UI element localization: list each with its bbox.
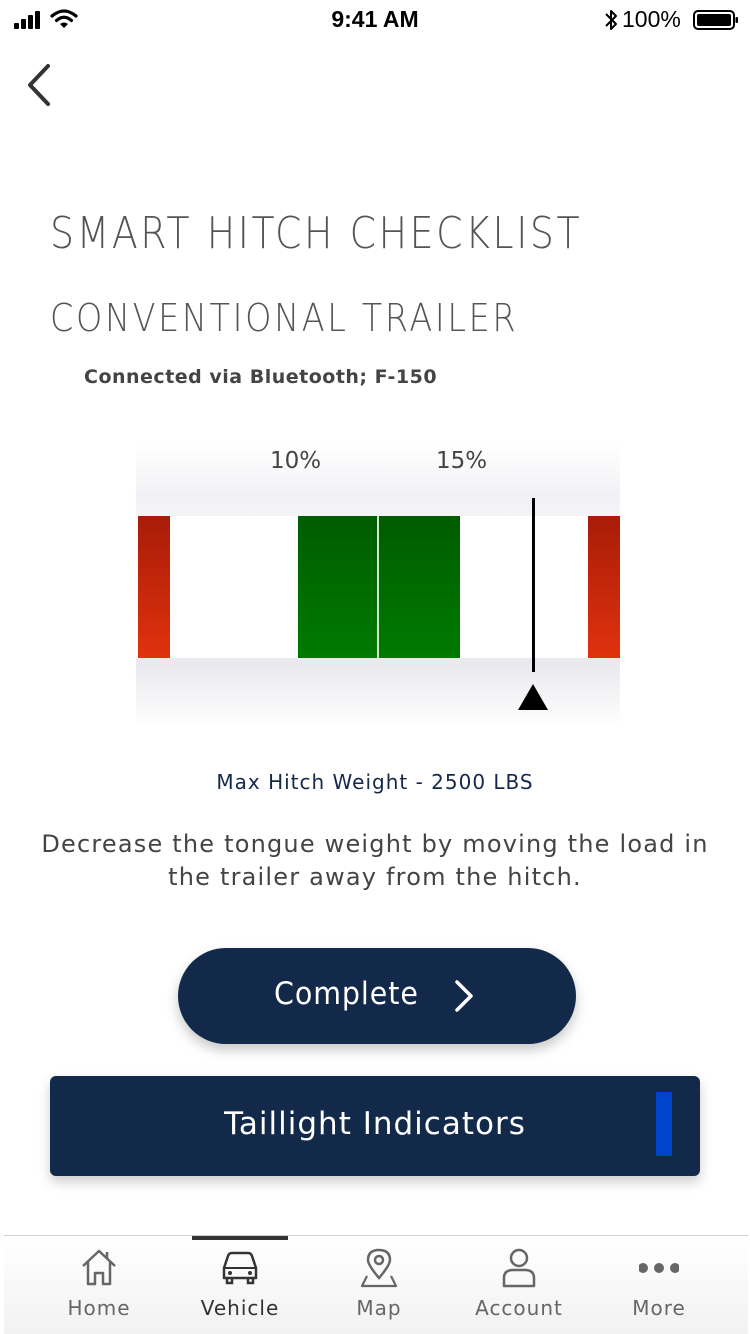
gauge-zone-low-red	[138, 516, 170, 658]
taillight-indicators-label: Taillight Indicators	[224, 1106, 526, 1142]
chevron-right-icon	[455, 980, 473, 1012]
status-bar: 9:41 AM 100%	[0, 0, 750, 40]
tab-vehicle[interactable]: Vehicle	[175, 1236, 305, 1334]
tab-more-label: More	[632, 1296, 686, 1320]
complete-button[interactable]: Complete	[178, 948, 576, 1044]
back-chevron-icon[interactable]	[20, 60, 60, 112]
person-icon	[502, 1248, 536, 1288]
taillight-indicators-button[interactable]: Taillight Indicators	[50, 1076, 700, 1176]
car-icon	[222, 1251, 258, 1285]
gauge-label-10: 10%	[270, 448, 322, 474]
complete-button-label: Complete	[274, 976, 419, 1012]
gauge-label-15: 15%	[436, 448, 488, 474]
gauge-zone-green	[298, 516, 460, 658]
map-pin-icon	[360, 1248, 398, 1288]
gauge-needle-arrow-icon	[518, 684, 548, 710]
home-icon	[82, 1249, 116, 1286]
bluetooth-icon	[605, 10, 617, 30]
tab-map-label: Map	[356, 1296, 402, 1320]
gauge-needle	[532, 498, 535, 672]
gauge-zone-high-red	[588, 516, 620, 658]
gauge-zone-divider	[377, 516, 379, 658]
tab-vehicle-label: Vehicle	[200, 1296, 280, 1320]
taillight-status-indicator	[656, 1092, 672, 1156]
tab-bar: Home Vehicle Map Account More	[4, 1235, 748, 1334]
more-icon	[639, 1263, 679, 1273]
tab-account[interactable]: Account	[454, 1236, 584, 1334]
tab-map[interactable]: Map	[314, 1236, 444, 1334]
battery-percentage: 100%	[622, 6, 681, 32]
tab-account-label: Account	[475, 1296, 563, 1320]
max-hitch-weight: Max Hitch Weight - 2500 LBS	[216, 770, 534, 794]
tab-more[interactable]: More	[594, 1236, 724, 1334]
instruction-text: Decrease the tongue weight by moving the…	[41, 830, 709, 891]
connection-status: Connected via Bluetooth; F-150	[84, 366, 438, 388]
tab-home[interactable]: Home	[34, 1236, 164, 1334]
page-subtitle: CONVENTIONAL TRAILER	[50, 296, 519, 340]
page-title: SMART HITCH CHECKLIST	[50, 208, 583, 259]
battery-icon	[693, 10, 738, 30]
tab-home-label: Home	[67, 1296, 131, 1320]
gauge-track	[136, 516, 620, 658]
tongue-weight-gauge: 10% 15%	[136, 444, 620, 726]
